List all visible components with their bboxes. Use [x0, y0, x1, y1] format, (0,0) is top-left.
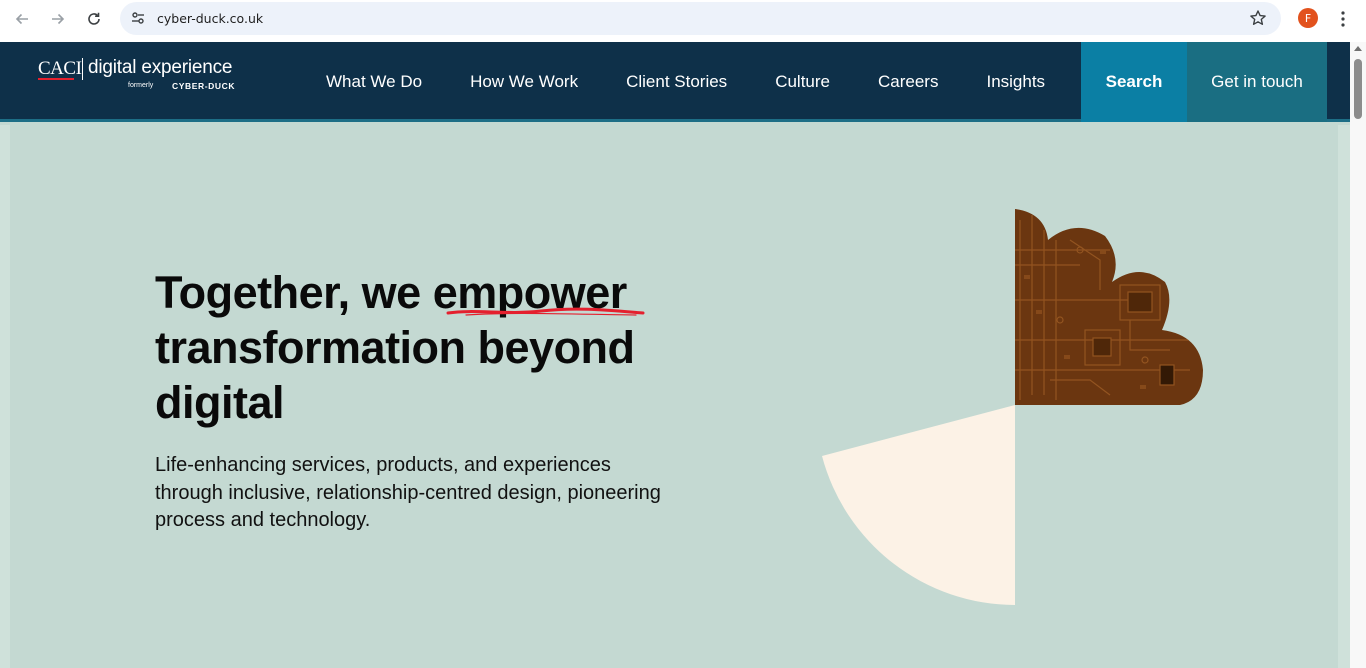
pie-slice-shape	[822, 405, 1015, 605]
web-page: CACI digital experience formerly CYBER-D…	[0, 42, 1350, 668]
address-bar[interactable]: cyber-duck.co.uk	[120, 2, 1281, 35]
profile-avatar[interactable]: F	[1298, 8, 1318, 28]
arrow-left-icon	[15, 13, 28, 25]
bookmark-star-icon[interactable]	[1249, 9, 1267, 32]
arrow-right-icon	[52, 13, 65, 25]
hero-illustration	[822, 209, 1203, 605]
forward-button[interactable]	[46, 7, 70, 31]
scrollbar-thumb[interactable]	[1354, 59, 1362, 119]
page-scrollbar[interactable]	[1350, 42, 1366, 668]
browser-menu-icon[interactable]	[1333, 9, 1353, 29]
scroll-up-icon[interactable]	[1354, 46, 1362, 51]
back-button[interactable]	[10, 7, 34, 31]
browser-toolbar: cyber-duck.co.uk F	[0, 0, 1366, 42]
reload-icon	[88, 12, 100, 25]
url-text[interactable]: cyber-duck.co.uk	[157, 11, 263, 26]
circuit-cloud-shape	[1015, 209, 1203, 405]
reload-button[interactable]	[82, 7, 106, 31]
site-settings-icon[interactable]	[130, 10, 146, 31]
